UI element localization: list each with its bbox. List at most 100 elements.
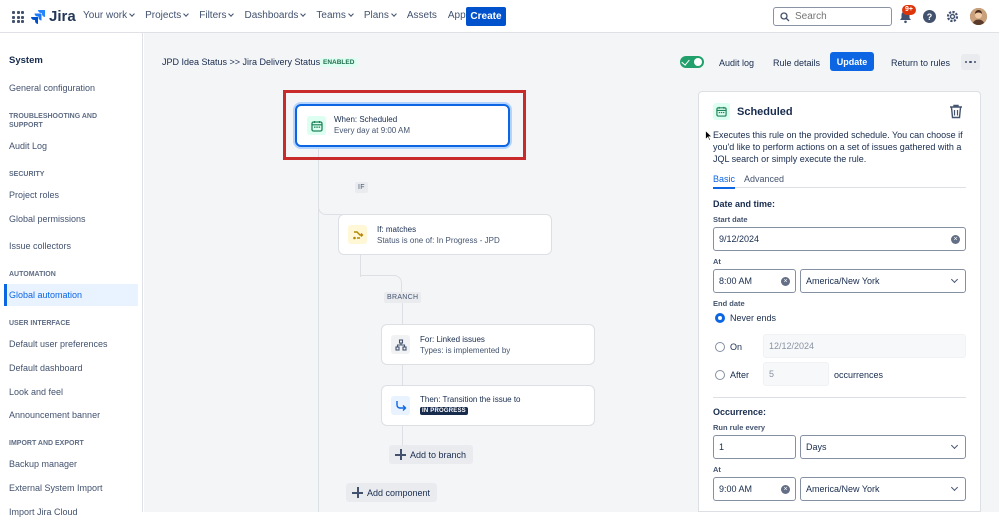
- more-actions-icon[interactable]: [961, 54, 980, 70]
- chevron-down-icon: [391, 11, 397, 17]
- nav-label: Your work: [83, 10, 128, 21]
- nav-plans[interactable]: Plans: [364, 10, 397, 21]
- radio-never-ends[interactable]: [715, 313, 725, 323]
- sidebar-item-look-and-feel[interactable]: Look and feel: [9, 387, 63, 397]
- sidebar-item-global-automation[interactable]: Global automation: [9, 290, 82, 300]
- primary-nav: Your work Projects Filters Dashboards Te…: [83, 10, 489, 21]
- plus-icon: [395, 449, 406, 460]
- rule-enabled-toggle[interactable]: [680, 56, 704, 68]
- sidebar-item-import-jira-cloud[interactable]: Import Jira Cloud: [9, 507, 78, 517]
- occurrence-timezone-select[interactable]: America/New York: [800, 477, 966, 501]
- start-date-field[interactable]: 9/12/2024: [713, 227, 966, 251]
- create-button[interactable]: Create: [466, 7, 506, 26]
- occurrence-at-label: At: [713, 465, 721, 474]
- add-component-label: Add component: [367, 487, 431, 498]
- occurrence-timezone-value: America/New York: [806, 484, 880, 494]
- jira-logo[interactable]: Jira: [30, 8, 76, 25]
- end-date-field[interactable]: 12/12/2024: [763, 334, 966, 358]
- never-ends-label: Never ends: [730, 313, 777, 323]
- audit-log-button[interactable]: Audit log: [719, 54, 754, 71]
- flow-connector: [402, 425, 403, 446]
- nav-teams[interactable]: Teams: [316, 10, 354, 21]
- occurrence-count-field[interactable]: 5: [763, 362, 829, 386]
- jira-logo-icon: [31, 9, 45, 24]
- clear-icon[interactable]: ×: [781, 277, 790, 286]
- occurrence-heading: Occurrence:: [713, 407, 767, 417]
- branch-label: BRANCH: [384, 292, 422, 303]
- chevron-down-icon: [183, 11, 190, 17]
- sidebar-heading-troubleshooting: TROUBLESHOOTING AND SUPPORT: [9, 113, 98, 129]
- sidebar-item-audit-log[interactable]: Audit Log: [9, 141, 47, 151]
- action-card-transition[interactable]: [381, 385, 595, 426]
- run-rule-every-label: Run rule every: [713, 423, 766, 432]
- hierarchy-icon: [391, 335, 410, 354]
- run-every-unit-select[interactable]: Days: [800, 435, 966, 459]
- sidebar-item-issue-collectors[interactable]: Issue collectors: [9, 241, 71, 251]
- mouse-cursor-icon: [705, 130, 712, 141]
- clear-icon[interactable]: ×: [951, 235, 960, 244]
- notification-count-badge: 9+: [902, 5, 916, 15]
- occurrence-count-value: 5: [769, 369, 775, 379]
- in-progress-status-lozenge: IN PROGRESS: [420, 407, 468, 415]
- help-icon[interactable]: ?: [922, 9, 937, 24]
- nav-dashboards[interactable]: Dashboards: [244, 10, 307, 21]
- sidebar-item-external-system-import[interactable]: External System Import: [9, 483, 103, 493]
- sidebar-item-general-configuration[interactable]: General configuration: [9, 83, 95, 93]
- nav-label: Dashboards: [244, 10, 299, 21]
- sidebar-item-backup-manager[interactable]: Backup manager: [9, 459, 77, 469]
- flow-connector: [402, 303, 403, 325]
- sidebar-title: System: [9, 55, 43, 66]
- nav-your-work[interactable]: Your work: [83, 10, 135, 21]
- avatar-image: [970, 8, 987, 25]
- sidebar-item-default-dashboard[interactable]: Default dashboard: [9, 363, 83, 373]
- start-date-label: Start date: [713, 215, 748, 224]
- sidebar-item-project-roles[interactable]: Project roles: [9, 190, 59, 200]
- timezone-select[interactable]: America/New York: [800, 269, 966, 293]
- after-label: After: [730, 370, 750, 380]
- chevron-down-icon: [228, 11, 235, 17]
- nav-projects[interactable]: Projects: [145, 10, 190, 21]
- radio-after-occurrences[interactable]: [715, 370, 725, 380]
- user-avatar[interactable]: [970, 8, 987, 25]
- sidebar-heading-security: SECURITY: [9, 171, 45, 178]
- radio-on-date[interactable]: [715, 342, 725, 352]
- tab-basic[interactable]: Basic: [713, 174, 736, 189]
- trigger-config-panel: Scheduled Executes this rule on the prov…: [698, 91, 981, 512]
- top-navigation-bar: Jira Your work Projects Filters Dashboar…: [0, 0, 999, 33]
- rule-details-button[interactable]: Rule details: [773, 54, 820, 71]
- settings-gear-icon[interactable]: [945, 9, 960, 24]
- run-every-unit-value: Days: [806, 442, 827, 452]
- timezone-value: America/New York: [806, 276, 880, 286]
- nav-label: Filters: [199, 10, 227, 21]
- occurrences-label: occurrences: [834, 370, 884, 380]
- admin-sidebar: System General configuration TROUBLESHOO…: [0, 33, 143, 517]
- return-to-rules-button[interactable]: Return to rules: [891, 54, 950, 71]
- sidebar-item-announcement-banner[interactable]: Announcement banner: [9, 410, 100, 420]
- trash-icon[interactable]: [949, 104, 963, 119]
- trigger-subtitle: Every day at 9:00 AM: [334, 126, 411, 135]
- branch-card-linked-issues[interactable]: [381, 324, 595, 365]
- run-every-value: 1: [719, 442, 725, 452]
- nav-filters[interactable]: Filters: [199, 10, 235, 21]
- app-name: Jira: [49, 8, 76, 25]
- app-switcher-icon[interactable]: [12, 11, 24, 23]
- run-every-field[interactable]: 1: [713, 435, 796, 459]
- condition-card-if-matches[interactable]: [338, 214, 552, 255]
- tab-advanced[interactable]: Advanced: [744, 174, 784, 184]
- sidebar-item-global-permissions[interactable]: Global permissions: [9, 214, 86, 224]
- search-box[interactable]: [773, 7, 892, 26]
- sidebar-item-default-user-preferences[interactable]: Default user preferences: [9, 339, 108, 349]
- flow-connector: [360, 255, 361, 277]
- nav-label: Projects: [145, 10, 182, 21]
- transition-icon: [391, 396, 410, 415]
- add-to-branch-button[interactable]: Add to branch: [389, 445, 474, 464]
- clear-icon[interactable]: ×: [781, 485, 790, 494]
- update-button[interactable]: Update: [830, 52, 874, 71]
- add-component-button[interactable]: Add component: [346, 483, 438, 502]
- chevron-down-icon: [129, 11, 135, 17]
- nav-assets[interactable]: Assets: [407, 10, 437, 21]
- trigger-title: When: Scheduled: [334, 115, 398, 124]
- panel-title: Scheduled: [737, 106, 793, 118]
- search-input[interactable]: [795, 11, 885, 22]
- calendar-icon: [307, 116, 326, 135]
